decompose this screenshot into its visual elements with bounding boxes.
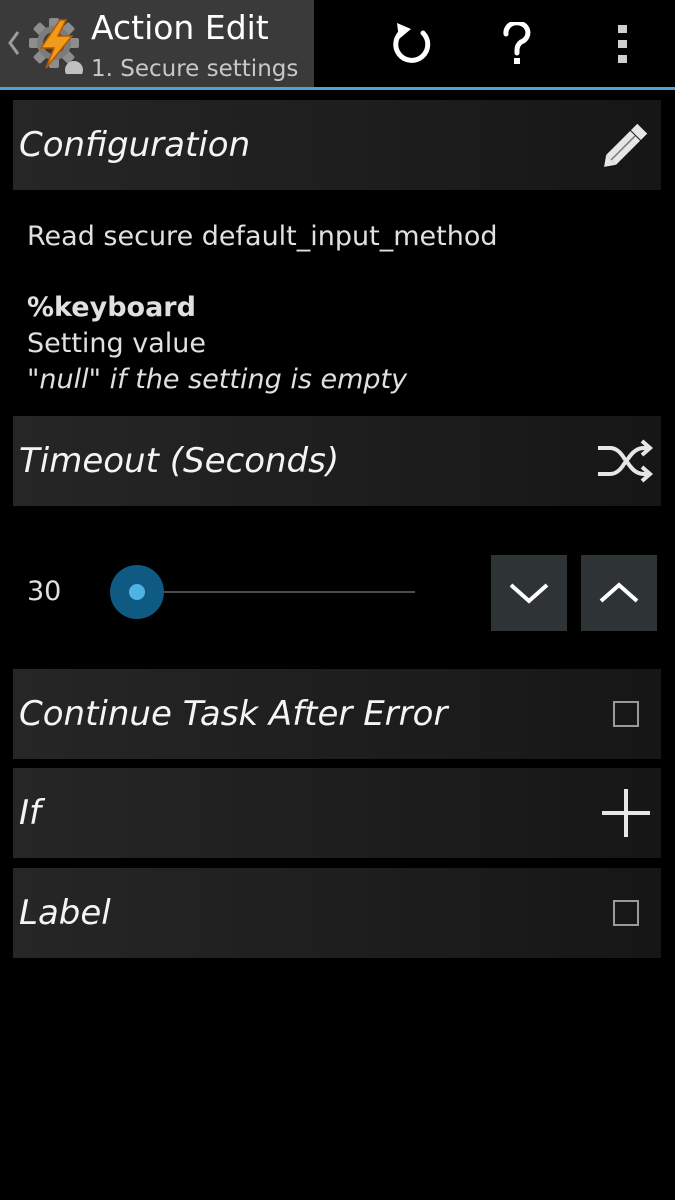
tasker-gear-bolt-icon	[29, 18, 83, 74]
continue-after-error-label: Continue Task After Error	[19, 694, 448, 734]
timeout-section-header: Timeout (Seconds)	[13, 416, 661, 506]
if-condition-row: If	[13, 768, 661, 858]
timeout-slider-thumb[interactable]	[110, 565, 164, 619]
label-section-label: Label	[19, 893, 111, 933]
output-variable-name: %keyboard	[27, 292, 196, 323]
add-condition-button[interactable]	[591, 768, 661, 858]
configuration-section-header: Configuration	[13, 100, 661, 190]
plus-icon	[602, 789, 650, 837]
help-button[interactable]	[472, 0, 562, 87]
action-bar: Action Edit 1. Secure settings	[0, 0, 675, 87]
page-subtitle: 1. Secure settings	[91, 56, 299, 82]
up-navigation-button[interactable]: Action Edit 1. Secure settings	[0, 0, 314, 87]
label-checkbox-area[interactable]	[591, 868, 661, 958]
label-row[interactable]: Label	[13, 868, 661, 958]
overflow-menu-icon	[618, 24, 627, 63]
chevron-left-icon	[8, 31, 20, 55]
shuffle-icon	[598, 439, 654, 483]
configuration-description: Read secure default_input_method	[27, 221, 498, 252]
output-variable-description: Setting value	[27, 328, 207, 359]
timeout-decrement-button[interactable]	[491, 555, 567, 631]
reset-icon	[393, 22, 431, 63]
output-variable-note: "null" if the setting is empty	[27, 364, 408, 395]
if-label: If	[19, 793, 41, 833]
timeout-slider-thumb-core	[129, 584, 145, 600]
help-icon	[503, 21, 531, 64]
chevron-down-icon	[509, 583, 549, 604]
action-bar-divider	[0, 87, 675, 90]
timeout-mode-toggle-button[interactable]	[591, 416, 661, 506]
reset-button[interactable]	[367, 0, 457, 87]
page-title: Action Edit	[91, 8, 269, 47]
timeout-header-label: Timeout (Seconds)	[19, 441, 340, 481]
edit-configuration-button[interactable]	[591, 100, 661, 190]
overflow-menu-button[interactable]	[578, 0, 668, 87]
chevron-up-icon	[599, 582, 639, 603]
configuration-header-label: Configuration	[19, 125, 251, 165]
continue-after-error-row[interactable]: Continue Task After Error	[13, 669, 661, 759]
timeout-slider-track[interactable]	[137, 591, 415, 593]
timeout-value: 30	[27, 576, 62, 607]
pencil-icon	[604, 123, 648, 167]
continue-after-error-checkbox[interactable]	[613, 701, 639, 727]
label-checkbox[interactable]	[613, 900, 639, 926]
continue-after-error-checkbox-area[interactable]	[591, 669, 661, 759]
timeout-increment-button[interactable]	[581, 555, 657, 631]
